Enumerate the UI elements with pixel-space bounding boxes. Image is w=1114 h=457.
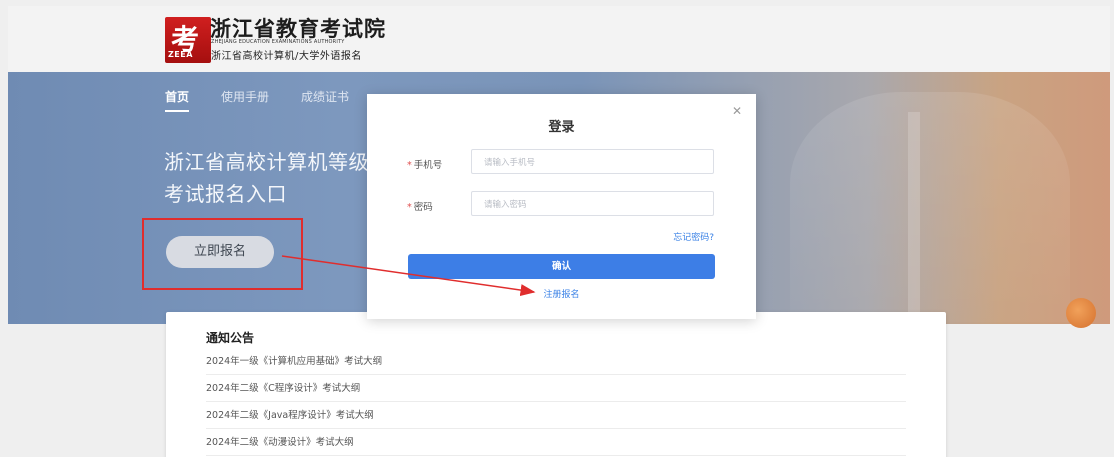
notice-item[interactable]: 2024年一级《计算机应用基础》考试大纲 <box>206 348 906 375</box>
notice-item[interactable]: 2024年二级《C程序设计》考试大纲 <box>206 375 906 402</box>
forgot-password-link[interactable]: 忘记密码? <box>673 230 714 243</box>
password-label-text: 密码 <box>413 202 433 213</box>
logo-abbr: ZEEA <box>168 50 193 59</box>
password-input[interactable] <box>471 191 714 216</box>
page: 考 ZEEA 浙江省教育考试院 ZHEJIANG EDUCATION EXAMI… <box>0 0 1114 457</box>
site-logo[interactable]: 考 ZEEA <box>165 17 211 63</box>
annotation-highlight-box <box>142 218 303 290</box>
sun-decoration <box>1066 298 1096 328</box>
notice-list: 2024年一级《计算机应用基础》考试大纲 2024年二级《C程序设计》考试大纲 … <box>206 348 906 456</box>
phone-input[interactable] <box>471 149 714 174</box>
notice-item[interactable]: 2024年二级《动漫设计》考试大纲 <box>206 429 906 456</box>
site-subtitle: 浙江省高校计算机/大学外语报名 <box>211 51 362 62</box>
confirm-button[interactable]: 确认 <box>408 254 715 279</box>
password-label: * 密码 <box>407 199 433 213</box>
phone-label: * 手机号 <box>407 157 442 171</box>
required-mark: * <box>407 202 412 213</box>
login-modal: 登录 ✕ *手机号 *密码 忘记密码? 确认 注册报名 <box>367 94 756 319</box>
nav-active-indicator <box>165 110 189 112</box>
hero-title: 浙江省高校计算机等级考试报名入口 <box>164 150 369 206</box>
skyline-decoration <box>790 92 1070 322</box>
nav-home[interactable]: 首页 <box>165 88 189 105</box>
nav-manual[interactable]: 使用手册 <box>221 88 269 105</box>
notice-panel: 通知公告 2024年一级《计算机应用基础》考试大纲 2024年二级《C程序设计》… <box>166 312 946 457</box>
nav-certificates[interactable]: 成绩证书 <box>301 88 349 105</box>
signup-link[interactable]: 注册报名 <box>367 287 756 300</box>
modal-title: 登录 <box>548 120 575 135</box>
tower-illustration <box>908 112 920 322</box>
phone-label-text: 手机号 <box>413 160 443 171</box>
required-mark: * <box>407 160 412 171</box>
notice-title: 通知公告 <box>206 331 255 345</box>
close-icon[interactable]: ✕ <box>732 104 742 118</box>
site-title-en: ZHEJIANG EDUCATION EXAMINATIONS AUTHORIT… <box>211 39 345 45</box>
notice-item[interactable]: 2024年二级《Java程序设计》考试大纲 <box>206 402 906 429</box>
site-header: 考 ZEEA <box>8 6 1110 72</box>
